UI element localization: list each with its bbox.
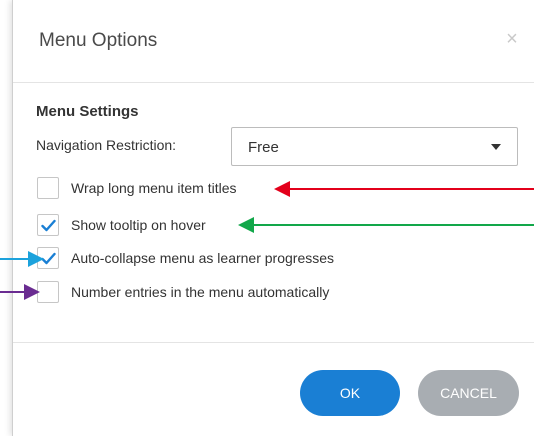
dialog-title: Menu Options: [39, 30, 158, 51]
checkbox[interactable]: [37, 281, 59, 303]
close-icon[interactable]: ×: [503, 28, 521, 50]
menu-options-dialog: Menu Options × Menu Settings Navigation …: [12, 0, 534, 436]
screen: Menu Options × Menu Settings Navigation …: [0, 0, 534, 436]
option-label: Show tooltip on hover: [71, 217, 206, 233]
checkbox[interactable]: [37, 214, 59, 236]
checkbox[interactable]: [37, 177, 59, 199]
checkbox[interactable]: [37, 247, 59, 269]
navigation-restriction-select[interactable]: Free: [231, 127, 518, 166]
option-label: Number entries in the menu automatically: [71, 284, 330, 300]
cancel-button[interactable]: CANCEL: [418, 370, 519, 416]
option-number-entries[interactable]: Number entries in the menu automatically: [37, 281, 329, 303]
chevron-down-icon: [491, 144, 501, 150]
option-label: Wrap long menu item titles: [71, 180, 237, 196]
footer-divider: [13, 342, 534, 343]
ok-button[interactable]: OK: [300, 370, 400, 416]
option-wrap-titles[interactable]: Wrap long menu item titles: [37, 177, 236, 199]
dialog-header: Menu Options ×: [13, 0, 534, 83]
option-label: Auto-collapse menu as learner progresses: [71, 250, 335, 266]
navigation-restriction-value: Free: [248, 139, 279, 156]
check-icon: [41, 252, 56, 265]
option-show-tooltip[interactable]: Show tooltip on hover: [37, 214, 206, 236]
section-title: Menu Settings: [36, 103, 139, 120]
check-icon: [41, 219, 56, 232]
option-auto-collapse[interactable]: Auto-collapse menu as learner progresses: [37, 247, 334, 269]
navigation-restriction-label: Navigation Restriction:: [36, 137, 177, 153]
